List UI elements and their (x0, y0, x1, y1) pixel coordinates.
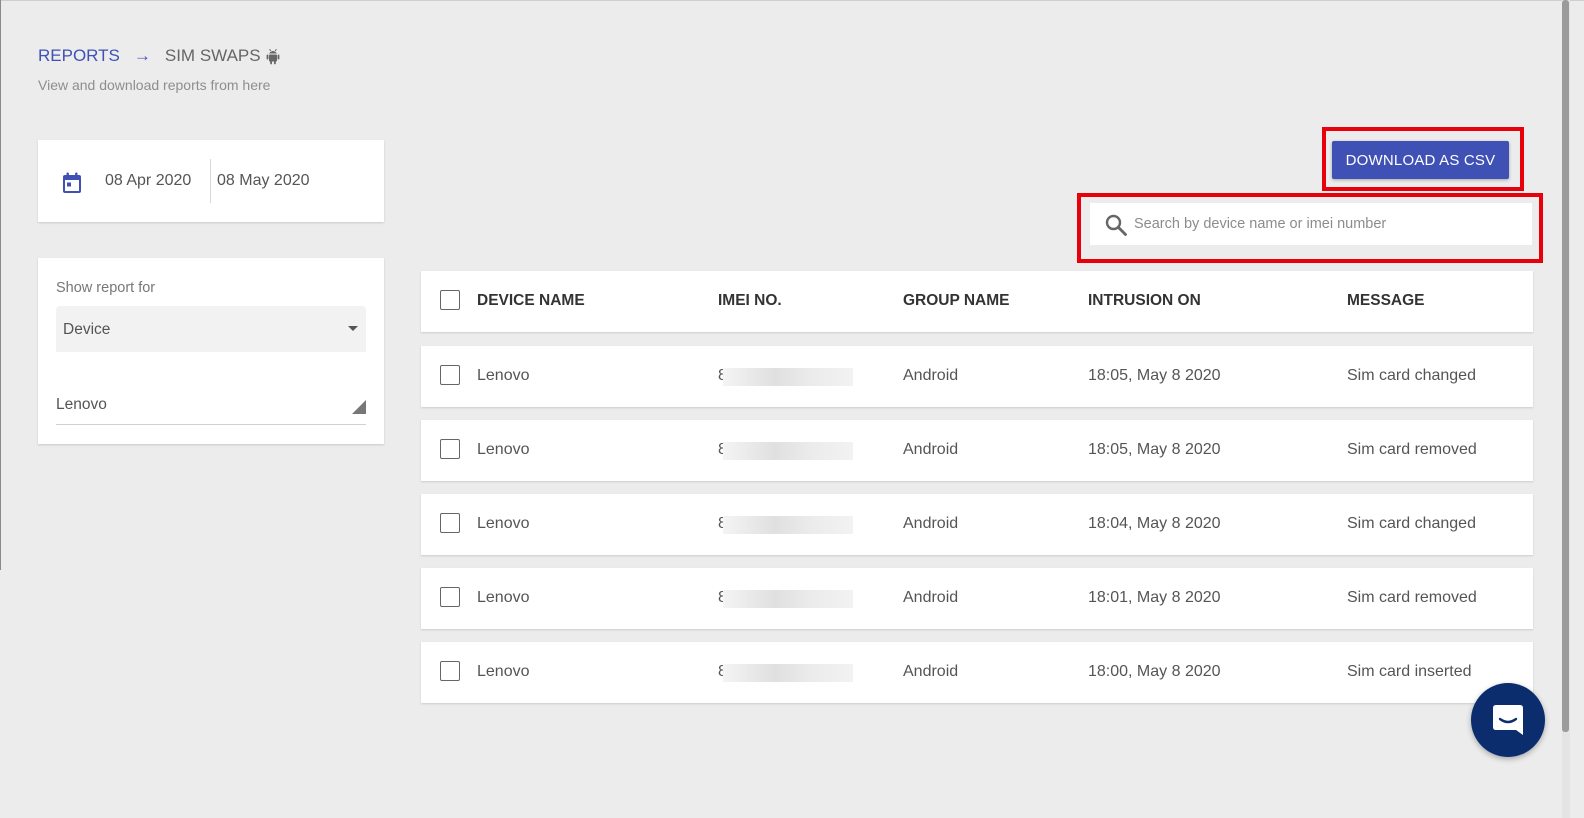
table-row[interactable]: Lenovo 8 Android 18:05, May 8 2020 Sim c… (421, 420, 1533, 481)
message-cell: Sim card changed (1347, 367, 1476, 384)
intrusion-time-cell: 18:01, May 8 2020 (1088, 589, 1221, 606)
table-header-row: DEVICE NAME IMEI NO. GROUP NAME INTRUSIO… (421, 271, 1533, 332)
message-cell: Sim card removed (1347, 589, 1477, 606)
search-input[interactable] (1134, 203, 1524, 245)
row-checkbox[interactable] (440, 439, 460, 459)
table-row[interactable]: Lenovo 8 2 Android 18:05, May 8 2020 Sim… (421, 346, 1533, 407)
date-range-picker[interactable]: 08 Apr 2020 08 May 2020 (38, 140, 384, 222)
group-name-cell: Android (903, 441, 959, 458)
row-checkbox[interactable] (440, 365, 460, 385)
page-subtitle: View and download reports from here (38, 77, 271, 93)
message-cell: Sim card removed (1347, 441, 1477, 458)
row-checkbox[interactable] (440, 513, 460, 533)
table-row[interactable]: Lenovo 8 2 Android 18:04, May 8 2020 Sim… (421, 494, 1533, 555)
group-name-cell: Android (903, 663, 959, 680)
device-input-value: Lenovo (56, 396, 107, 413)
imei-cell: 8 2 (718, 515, 858, 535)
scrollbar-thumb[interactable] (1562, 0, 1569, 732)
imei-redaction (723, 664, 853, 682)
row-checkbox[interactable] (440, 587, 460, 607)
chat-launcher-button[interactable] (1471, 683, 1545, 757)
breadcrumb-separator: → (133, 46, 151, 65)
breadcrumb-current: SIM SWAPS (164, 46, 261, 65)
date-divider (210, 159, 211, 203)
top-border (0, 0, 1584, 1)
column-group-name[interactable]: GROUP NAME (903, 292, 1010, 310)
message-cell: Sim card inserted (1347, 663, 1472, 680)
device-input[interactable]: Lenovo (56, 386, 366, 425)
message-cell: Sim card changed (1347, 515, 1476, 532)
imei-redaction (723, 516, 853, 534)
select-all-checkbox[interactable] (440, 290, 460, 310)
imei-redaction (723, 442, 853, 460)
device-name-cell: Lenovo (477, 663, 530, 680)
table-row[interactable]: Lenovo 8 2 Android 18:00, May 8 2020 Sim… (421, 642, 1533, 703)
show-report-for-label: Show report for (56, 280, 156, 296)
intrusion-time-cell: 18:05, May 8 2020 (1088, 367, 1221, 384)
table-row[interactable]: Lenovo 8 2 Android 18:01, May 8 2020 Sim… (421, 568, 1533, 629)
calendar-icon (63, 172, 81, 193)
report-filter-panel: Show report for Device Lenovo (38, 258, 384, 444)
intrusion-time-cell: 18:00, May 8 2020 (1088, 663, 1221, 680)
chat-icon (1493, 705, 1523, 735)
intrusion-time-cell: 18:05, May 8 2020 (1088, 441, 1221, 458)
report-type-value: Device (63, 321, 111, 338)
resize-handle-icon[interactable] (352, 400, 366, 414)
search-bar (1090, 203, 1532, 245)
start-date[interactable]: 08 Apr 2020 (105, 172, 191, 190)
column-message[interactable]: MESSAGE (1347, 292, 1425, 310)
column-device-name[interactable]: DEVICE NAME (477, 292, 585, 310)
device-name-cell: Lenovo (477, 441, 530, 458)
android-icon (266, 48, 279, 65)
left-edge (0, 0, 1, 570)
device-name-cell: Lenovo (477, 367, 530, 384)
imei-redaction (723, 368, 853, 386)
row-checkbox[interactable] (440, 661, 460, 681)
column-intrusion-on[interactable]: INTRUSION ON (1088, 292, 1201, 310)
chevron-down-icon (348, 326, 358, 331)
imei-redaction (723, 590, 853, 608)
end-date[interactable]: 08 May 2020 (217, 172, 310, 190)
group-name-cell: Android (903, 515, 959, 532)
report-type-select[interactable]: Device (56, 306, 366, 352)
breadcrumb-reports-link[interactable]: REPORTS (38, 46, 120, 66)
imei-cell: 8 2 (718, 589, 858, 609)
column-imei[interactable]: IMEI NO. (718, 292, 782, 310)
group-name-cell: Android (903, 589, 959, 606)
download-csv-button[interactable]: DOWNLOAD AS CSV (1332, 141, 1509, 179)
imei-cell: 8 2 (718, 663, 858, 683)
imei-cell: 8 (718, 441, 858, 461)
search-icon (1105, 214, 1127, 236)
breadcrumb: REPORTS → SIM SWAPS (38, 46, 281, 66)
imei-cell: 8 2 (718, 367, 858, 387)
device-name-cell: Lenovo (477, 589, 530, 606)
device-name-cell: Lenovo (477, 515, 530, 532)
group-name-cell: Android (903, 367, 959, 384)
intrusion-time-cell: 18:04, May 8 2020 (1088, 515, 1221, 532)
